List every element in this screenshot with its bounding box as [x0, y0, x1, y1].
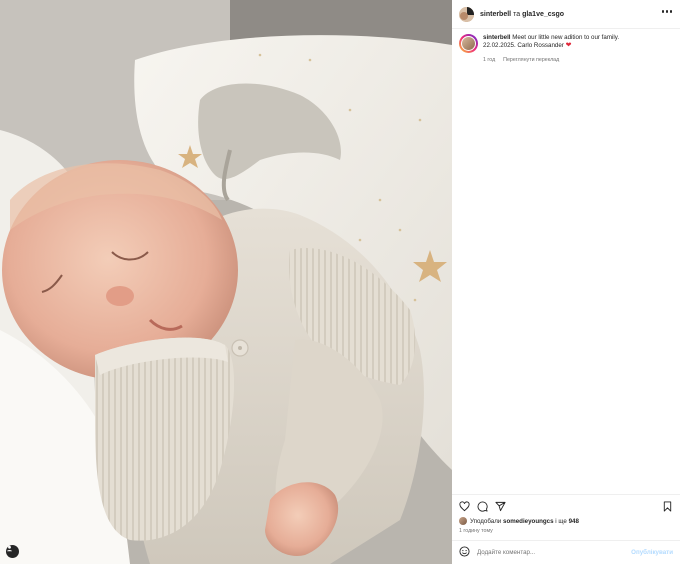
baby-photo-illustration — [0, 0, 452, 564]
post-time[interactable]: 1 годину тому — [459, 528, 493, 534]
post-caption: sinterbell Meet our little new adition t… — [459, 34, 674, 64]
share-icon[interactable] — [495, 499, 506, 512]
liker-avatar[interactable] — [459, 517, 467, 525]
liker-username[interactable]: somedieyoungcs — [503, 518, 554, 525]
comment-form: Опублікувати — [452, 540, 680, 564]
caption-text-line1: Meet our little new adition to our famil… — [512, 34, 620, 41]
post-photo[interactable] — [0, 0, 452, 564]
likes-summary: Уподобали somedieyoungcs і ще 948 — [459, 517, 579, 525]
author-link-2[interactable]: gla1ve_csgo — [522, 11, 564, 18]
caption-age[interactable]: 1 год — [483, 56, 495, 64]
likes-and-others: і ще — [555, 517, 567, 525]
post-authors: sinterbell та gla1ve_csgo — [480, 11, 564, 18]
post-actions — [452, 494, 680, 512]
post-header: sinterbell та gla1ve_csgo — [452, 0, 680, 29]
post-details-panel: sinterbell та gla1ve_csgo sinterbell Mee… — [452, 0, 680, 564]
see-translation-link[interactable]: Переглянути переклад — [503, 56, 559, 64]
caption-text-line2: 22.02.2025. Carlo Rossander — [483, 42, 564, 50]
likes-prefix: Уподобали — [470, 517, 502, 525]
person-tag-icon[interactable] — [6, 545, 19, 558]
more-horizontal-icon[interactable] — [661, 10, 672, 13]
comment-input[interactable] — [477, 549, 617, 556]
author-link-1[interactable]: sinterbell — [480, 11, 511, 18]
caption-avatar[interactable] — [459, 34, 478, 53]
collab-avatar[interactable] — [459, 6, 474, 22]
authors-separator: та — [513, 10, 521, 18]
emoji-icon[interactable] — [459, 544, 470, 562]
caption-username[interactable]: sinterbell — [483, 34, 511, 41]
bookmark-icon[interactable] — [662, 499, 673, 512]
heart-icon[interactable] — [459, 499, 470, 512]
publish-button[interactable]: Опублікувати — [631, 549, 673, 556]
comment-icon[interactable] — [477, 499, 488, 512]
red-heart-emoji-icon: ❤ — [565, 42, 572, 50]
likes-count[interactable]: 948 — [569, 518, 579, 525]
